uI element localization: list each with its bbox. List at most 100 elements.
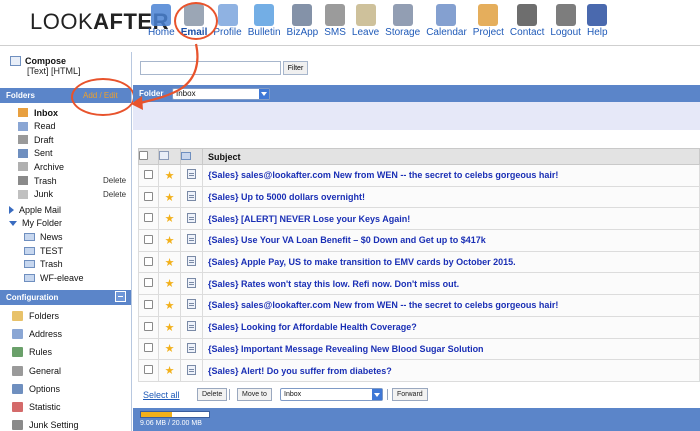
config-item-options[interactable]: Options: [12, 382, 60, 396]
row-star-cell[interactable]: ★: [158, 207, 181, 231]
checkbox[interactable]: [139, 151, 148, 160]
filter-button[interactable]: Filter: [283, 61, 308, 75]
checkbox[interactable]: [144, 343, 153, 353]
message-subject[interactable]: {Sales} Use Your VA Loan Benefit – $0 Do…: [202, 229, 700, 252]
star-icon[interactable]: ★: [165, 300, 175, 312]
row-select-cell[interactable]: [138, 294, 159, 317]
checkbox[interactable]: [144, 234, 153, 244]
row-select-cell[interactable]: [138, 272, 159, 296]
checkbox[interactable]: [144, 256, 153, 266]
select-all-header[interactable]: [138, 148, 159, 165]
row-star-cell[interactable]: ★: [158, 229, 181, 252]
message-subject[interactable]: {Sales} Alert! Do you suffer from diabet…: [202, 359, 700, 382]
folder-item-sent[interactable]: Sent: [18, 147, 53, 160]
star-icon[interactable]: ★: [165, 343, 175, 355]
folder-item-trash[interactable]: Trash Delete: [18, 174, 126, 187]
collapse-icon[interactable]: [9, 220, 17, 226]
star-icon[interactable]: ★: [165, 365, 175, 377]
row-star-cell[interactable]: ★: [158, 359, 181, 382]
config-item-general[interactable]: General: [12, 364, 61, 378]
config-item-statistic[interactable]: Statistic: [12, 400, 61, 414]
delete-button[interactable]: Delete: [197, 388, 228, 401]
folder-item-test[interactable]: TEST: [24, 244, 63, 257]
row-select-cell[interactable]: [138, 185, 159, 209]
select-all-link[interactable]: Select all: [143, 390, 180, 400]
config-item-junk-setting[interactable]: Junk Setting: [12, 418, 79, 431]
checkbox[interactable]: [144, 365, 153, 375]
row-select-cell[interactable]: [138, 164, 159, 187]
nav-logout[interactable]: Logout: [547, 2, 584, 46]
nav-leave[interactable]: Leave: [349, 2, 382, 46]
row-select-cell[interactable]: [138, 250, 159, 274]
compose-format-options[interactable]: [Text] [HTML]: [27, 66, 81, 76]
star-icon[interactable]: ★: [165, 278, 175, 290]
row-star-cell[interactable]: ★: [158, 294, 181, 317]
star-icon[interactable]: ★: [165, 322, 175, 334]
folder-item-read[interactable]: Read: [18, 120, 56, 133]
nav-help[interactable]: Help: [584, 2, 611, 46]
star-header[interactable]: [158, 148, 181, 165]
nav-storage[interactable]: Storage: [382, 2, 423, 46]
folder-item-draft[interactable]: Draft: [18, 133, 54, 146]
star-icon[interactable]: ★: [165, 235, 175, 247]
config-item-folders[interactable]: Folders: [12, 309, 59, 323]
search-input[interactable]: [140, 61, 281, 75]
folder-item-wf-eleave[interactable]: WF-eleave: [24, 271, 84, 284]
message-subject[interactable]: {Sales} Looking for Affordable Health Co…: [202, 315, 700, 339]
config-item-rules[interactable]: Rules: [12, 345, 52, 359]
table-row[interactable]: ★ {Sales} Apple Pay, US to make transitio…: [138, 250, 700, 274]
folder-item-junk[interactable]: Junk Delete: [18, 188, 126, 201]
row-star-cell[interactable]: ★: [158, 337, 181, 361]
attachment-header[interactable]: [180, 148, 203, 165]
star-icon[interactable]: ★: [165, 213, 175, 225]
checkbox[interactable]: [144, 299, 153, 309]
star-icon[interactable]: ★: [165, 192, 175, 204]
table-row[interactable]: ★ {Sales} Use Your VA Loan Benefit – $0 D…: [138, 229, 700, 252]
table-row[interactable]: ★ {Sales} [ALERT] NEVER Lose your Keys Ag…: [138, 207, 700, 231]
table-row[interactable]: ★ {Sales} Alert! Do you suffer from diabe…: [138, 359, 700, 382]
row-select-cell[interactable]: [138, 207, 159, 231]
nav-home[interactable]: Home: [145, 2, 178, 46]
compose-link[interactable]: Compose: [25, 56, 66, 66]
table-row[interactable]: ★ {Sales} Important Message Revealing New…: [138, 337, 700, 361]
row-star-cell[interactable]: ★: [158, 164, 181, 187]
row-select-cell[interactable]: [138, 359, 159, 382]
folder-group-my-folder[interactable]: My Folder: [9, 217, 62, 230]
folder-select[interactable]: Inbox: [172, 88, 270, 100]
row-star-cell[interactable]: ★: [158, 250, 181, 274]
row-star-cell[interactable]: ★: [158, 315, 181, 339]
forward-button[interactable]: Forward: [392, 388, 428, 401]
table-row[interactable]: ★ {Sales} sales@lookafter.com New from WE…: [138, 294, 700, 317]
table-row[interactable]: ★ {Sales} Rates won't stay this low. Refi…: [138, 272, 700, 296]
collapse-icon[interactable]: [115, 291, 126, 302]
row-select-cell[interactable]: [138, 229, 159, 252]
table-row[interactable]: ★ {Sales} Up to 5000 dollars overnight!: [138, 185, 700, 209]
nav-project[interactable]: Project: [470, 2, 507, 46]
nav-calendar[interactable]: Calendar: [423, 2, 470, 46]
empty-folder-link[interactable]: Delete: [103, 176, 126, 185]
nav-bulletin[interactable]: Bulletin: [245, 2, 284, 46]
table-row[interactable]: ★ {Sales} Looking for Affordable Health C…: [138, 315, 700, 339]
config-item-address[interactable]: Address: [12, 327, 62, 341]
message-subject[interactable]: {Sales} sales@lookafter.com New from WEN…: [202, 164, 700, 187]
row-star-cell[interactable]: ★: [158, 185, 181, 209]
checkbox[interactable]: [144, 321, 153, 331]
message-subject[interactable]: {Sales} Up to 5000 dollars overnight!: [202, 185, 700, 209]
expand-icon[interactable]: [9, 205, 14, 214]
nav-contact[interactable]: Contact: [507, 2, 547, 46]
message-subject[interactable]: {Sales} [ALERT] NEVER Lose your Keys Aga…: [202, 207, 700, 231]
row-star-cell[interactable]: ★: [158, 272, 181, 296]
checkbox[interactable]: [144, 278, 153, 288]
row-select-cell[interactable]: [138, 337, 159, 361]
move-to-button[interactable]: Move to: [237, 388, 272, 401]
message-subject[interactable]: {Sales} Rates won't stay this low. Refi …: [202, 272, 700, 296]
message-subject[interactable]: {Sales} sales@lookafter.com New from WEN…: [202, 294, 700, 317]
star-icon[interactable]: ★: [165, 257, 175, 269]
empty-folder-link[interactable]: Delete: [103, 190, 126, 199]
folder-item-inbox[interactable]: Inbox: [18, 106, 58, 119]
row-select-cell[interactable]: [138, 315, 159, 339]
move-target-select[interactable]: Inbox: [280, 388, 383, 401]
folder-item-trash[interactable]: Trash: [24, 258, 63, 271]
star-icon[interactable]: ★: [165, 170, 175, 182]
table-row[interactable]: ★ {Sales} sales@lookafter.com New from WE…: [138, 164, 700, 187]
